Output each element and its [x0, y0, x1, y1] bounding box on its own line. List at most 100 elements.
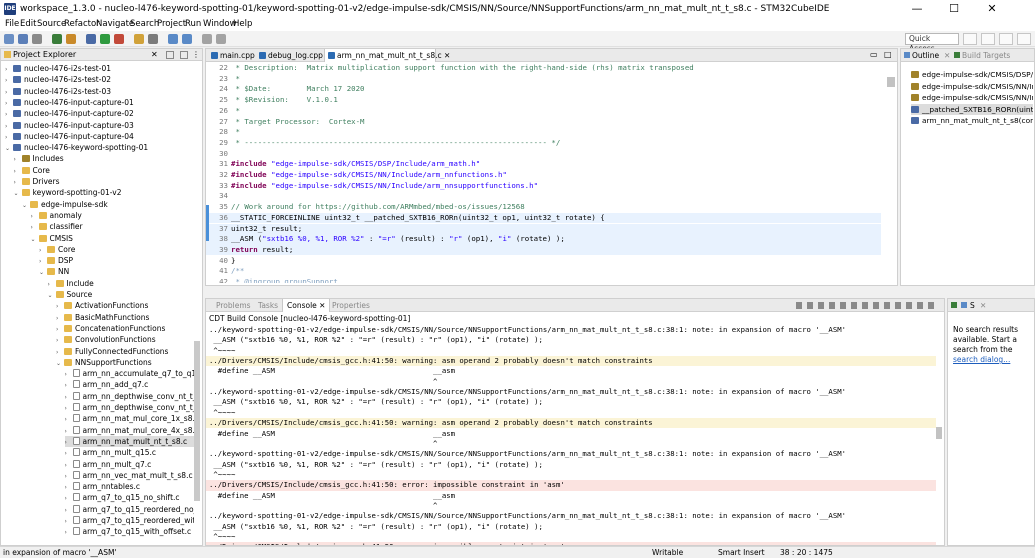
code-line[interactable]: 41/**	[206, 266, 881, 277]
console-line[interactable]: ../keyword-spotting-01-v2/edge-impulse-s…	[206, 449, 936, 459]
save-icon[interactable]	[18, 34, 28, 44]
outline-item[interactable]: __patched_SXTB16_RORn(uint32_t, uint32_t…	[911, 103, 1033, 115]
code-line[interactable]: 26 *	[206, 106, 881, 117]
menu-navigate[interactable]: Navigate	[96, 19, 134, 30]
minimize-button[interactable]: —	[900, 0, 934, 18]
tree-item[interactable]: › arm_nntables.c	[65, 481, 195, 492]
quick-access-input[interactable]: Quick Access	[905, 33, 959, 53]
tree-item[interactable]: › ConcatenationFunctions	[56, 323, 194, 334]
tree-item[interactable]: ⌄ CMSIS	[31, 233, 195, 244]
console-line[interactable]: ../keyword-spotting-01-v2/edge-impulse-s…	[206, 511, 936, 521]
tree-item[interactable]: › classifier	[31, 221, 195, 232]
tree-item[interactable]: › arm_nn_vec_mat_mult_t_s8.c	[65, 470, 195, 481]
bookmark-icon[interactable]	[951, 302, 957, 308]
console-line[interactable]: __ASM ("sxtb16 %0, %1, ROR %2" : "=r" (r…	[206, 460, 936, 470]
build-config-icon[interactable]	[66, 34, 76, 44]
console-line[interactable]: ../keyword-spotting-01-v2/edge-impulse-s…	[206, 325, 936, 335]
next-annotation-icon[interactable]	[168, 34, 178, 44]
console-line[interactable]: #define __ASM __asm	[206, 491, 936, 501]
collapse-all-icon[interactable]	[166, 51, 174, 59]
tab-problems[interactable]: Problems	[216, 299, 251, 312]
run-icon[interactable]	[100, 34, 110, 44]
console-line[interactable]: __ASM ("sxtb16 %0, %1, ROR %2" : "=r" (r…	[206, 335, 936, 345]
console-line[interactable]: ^~~~~	[206, 408, 936, 418]
menu-file[interactable]: File	[5, 19, 19, 30]
tree-item[interactable]: › ActivationFunctions	[56, 300, 194, 311]
tree-item[interactable]: › anomaly	[31, 210, 195, 221]
code-line[interactable]: 27 * Target Processor: Cortex-M	[206, 117, 881, 128]
tab-tasks[interactable]: Tasks	[258, 299, 278, 312]
tree-item[interactable]: › arm_nn_mult_q7.c	[65, 459, 195, 470]
tree-item[interactable]: › Core	[14, 165, 195, 176]
console-line[interactable]: __ASM ("sxtb16 %0, %1, ROR %2" : "=r" (r…	[206, 397, 936, 407]
expand-toggle-icon[interactable]: ⌄	[22, 200, 30, 211]
expand-toggle-icon[interactable]: ⌄	[48, 290, 56, 301]
outline-item[interactable]: edge-impulse-sdk/CMSIS/NN/Include/arm_nn…	[911, 81, 1033, 92]
console-line[interactable]: #define __ASM __asm	[206, 366, 936, 376]
outline-item[interactable]: edge-impulse-sdk/CMSIS/DSP/Include/arm_m…	[911, 69, 1033, 80]
code-line[interactable]: 40}	[206, 256, 881, 267]
tree-item[interactable]: › nucleo-l476-input-capture-04	[5, 131, 194, 142]
debug-perspective-icon[interactable]	[999, 33, 1013, 45]
tree-item[interactable]: › Include	[48, 278, 195, 289]
code-line[interactable]: 33 #include "edge-impulse-sdk/CMSIS/NN/In…	[206, 181, 881, 192]
cpp-perspective-icon[interactable]	[981, 33, 995, 45]
expand-toggle-icon[interactable]: ⌄	[56, 358, 64, 369]
pe-close-icon[interactable]: ✕	[151, 50, 158, 59]
tree-item[interactable]: › nucleo-l476-input-capture-01	[5, 97, 194, 108]
tree-item[interactable]: › DSP	[39, 255, 194, 266]
code-line[interactable]: 25 * $Revision: V.1.0.1	[206, 95, 881, 106]
menu-source[interactable]: Source	[37, 19, 66, 30]
menu-edit[interactable]: Edit	[20, 19, 36, 30]
maximize-button[interactable]: ☐	[937, 0, 971, 18]
console-line[interactable]: ^	[206, 439, 936, 449]
tree-item[interactable]: › FullyConnectedFunctions	[56, 346, 194, 357]
tab-main-cpp[interactable]: main.cpp	[208, 49, 255, 62]
tree-item[interactable]: › nucleo-l476-i2s-test-01	[5, 63, 194, 74]
console-line[interactable]: ../keyword-spotting-01-v2/edge-impulse-s…	[206, 387, 936, 397]
debug-icon[interactable]	[86, 34, 96, 44]
external-tools-icon[interactable]	[114, 34, 124, 44]
search-dialog-link[interactable]: search dialog...	[953, 355, 1010, 364]
code-line[interactable]: 32 #include "edge-impulse-sdk/CMSIS/NN/In…	[206, 170, 881, 181]
code-line[interactable]: 34	[206, 191, 881, 202]
tree-item[interactable]: › arm_nn_mat_mul_core_4x_s8.c	[65, 425, 194, 436]
tree-item[interactable]: › arm_nn_mult_q15.c	[65, 447, 195, 458]
code-line[interactable]: 23 *	[206, 74, 881, 85]
forward-icon[interactable]	[216, 34, 226, 44]
tab-search[interactable]: S	[970, 300, 975, 311]
expand-toggle-icon[interactable]: ⌄	[14, 188, 22, 199]
console-line[interactable]: ^	[206, 377, 936, 387]
console-line[interactable]: ^~~~~	[206, 470, 936, 480]
expand-toggle-icon[interactable]: ⌄	[5, 143, 13, 154]
close-outline-icon[interactable]: ✕	[944, 50, 950, 61]
device-perspective-icon[interactable]	[1017, 33, 1031, 45]
code-line[interactable]: 29 * -----------------------------------…	[206, 138, 881, 149]
menu-project[interactable]: Project	[157, 19, 186, 30]
outline-item[interactable]: edge-impulse-sdk/CMSIS/NN/Include/arm_nn…	[911, 92, 1033, 103]
tree-item[interactable]: › arm_q7_to_q15_reordered_with_	[65, 515, 194, 526]
console-error-line[interactable]: ../Drivers/CMSIS/Include/cmsis_gcc.h:41:…	[206, 480, 936, 491]
new-icon[interactable]	[4, 34, 14, 44]
pe-scrollbar[interactable]	[194, 341, 200, 501]
tree-item[interactable]: › arm_q7_to_q15_reordered_no_sl	[65, 504, 194, 515]
menu-search[interactable]: Search	[130, 19, 159, 30]
build-icon[interactable]	[52, 34, 62, 44]
code-line[interactable]: 35// Work around for https://github.com/…	[206, 202, 881, 213]
console-toolbar-icons[interactable]	[796, 302, 936, 309]
tab-console[interactable]: Console ✕	[282, 299, 331, 312]
tree-item[interactable]: › nucleo-l476-input-capture-03	[5, 120, 194, 131]
menu-help[interactable]: Help	[233, 19, 252, 30]
tree-item[interactable]: › BasicMathFunctions	[56, 312, 194, 323]
save-all-icon[interactable]	[32, 34, 42, 44]
console-line[interactable]: ^~~~~	[206, 532, 936, 542]
tree-item[interactable]: ⌄ Source	[48, 289, 195, 300]
tree-item[interactable]: ›arm_nn_accumulate_q7_to_q15.c	[65, 368, 194, 379]
console-warning-line[interactable]: ../Drivers/CMSIS/Include/cmsis_gcc.h:41:…	[206, 418, 936, 429]
tree-item[interactable]: ⌄ nucleo-l476-keyword-spotting-01	[5, 142, 194, 153]
code-area[interactable]: 22 * Description: Matrix multiplication …	[206, 63, 881, 283]
code-line[interactable]: 39 return result;	[206, 244, 881, 256]
code-line[interactable]: 31 #include "edge-impulse-sdk/CMSIS/DSP/I…	[206, 159, 881, 170]
code-line[interactable]: 38 __ASM ("sxtb16 %0, %1, ROR %2" : "=r" …	[206, 234, 881, 245]
outline-item[interactable]: arm_nn_mat_mult_nt_t_s8(const q7_t*, con…	[911, 115, 1033, 126]
